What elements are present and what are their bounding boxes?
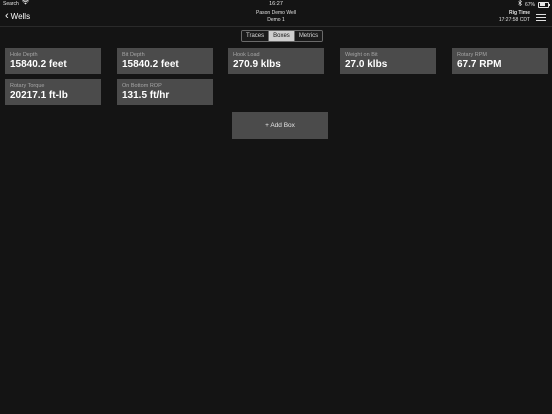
rig-time: Rig Time 17:27:58 CDT <box>499 10 530 24</box>
status-time: 16:27 <box>269 1 283 7</box>
box-on-bottom-rop[interactable]: On Bottom ROP 131.5 ft/hr <box>117 79 213 105</box>
well-name: Pason Demo Well <box>256 10 296 16</box>
well-title: Pason Demo Well Demo 1 <box>0 10 552 24</box>
rig-time-label: Rig Time <box>508 10 530 16</box>
view-segmented-control: Traces Boxes Metrics <box>241 30 324 42</box>
box-value: 67.7 RPM <box>457 59 502 70</box>
hamburger-menu-icon[interactable] <box>536 14 546 22</box>
tab-traces[interactable]: Traces <box>242 31 270 41</box>
well-subtitle: Demo 1 <box>267 17 285 23</box>
box-hole-depth[interactable]: Hole Depth 15840.2 feet <box>5 48 101 74</box>
box-label: Rotary Torque <box>10 83 45 89</box>
box-value: 27.0 klbs <box>345 59 388 70</box>
box-value: 270.9 klbs <box>233 59 281 70</box>
box-rotary-torque[interactable]: Rotary Torque 20217.1 ft-lb <box>5 79 101 105</box>
navigation-bar: ‹ Wells Pason Demo Well Demo 1 Rig Time … <box>0 8 552 27</box>
box-bit-depth[interactable]: Bit Depth 15840.2 feet <box>117 48 213 74</box>
screen: Search 16:27 67% ‹ Wells Pason Demo Well… <box>0 0 552 414</box>
box-label: Rotary RPM <box>457 52 487 58</box>
box-label: Weight on Bit <box>345 52 378 58</box>
box-weight-on-bit[interactable]: Weight on Bit 27.0 klbs <box>340 48 436 74</box>
box-value: 131.5 ft/hr <box>122 90 170 101</box>
box-value: 20217.1 ft-lb <box>10 90 68 101</box>
box-value: 15840.2 feet <box>122 59 179 70</box>
box-label: On Bottom ROP <box>122 83 162 89</box>
box-hook-load[interactable]: Hook Load 270.9 klbs <box>228 48 324 74</box>
box-label: Bit Depth <box>122 52 145 58</box>
battery-fill <box>539 3 545 6</box>
status-bar: Search 16:27 67% <box>0 0 552 8</box>
add-box-button[interactable]: + Add Box <box>232 112 328 139</box>
box-label: Hole Depth <box>10 52 38 58</box>
box-value: 15840.2 feet <box>10 59 67 70</box>
battery-icon <box>538 1 550 8</box>
box-rotary-rpm[interactable]: Rotary RPM 67.7 RPM <box>452 48 548 74</box>
box-label: Hook Load <box>233 52 260 58</box>
tab-boxes[interactable]: Boxes <box>269 31 295 41</box>
tab-metrics[interactable]: Metrics <box>294 31 323 41</box>
rig-time-value: 17:27:58 CDT <box>498 17 530 23</box>
